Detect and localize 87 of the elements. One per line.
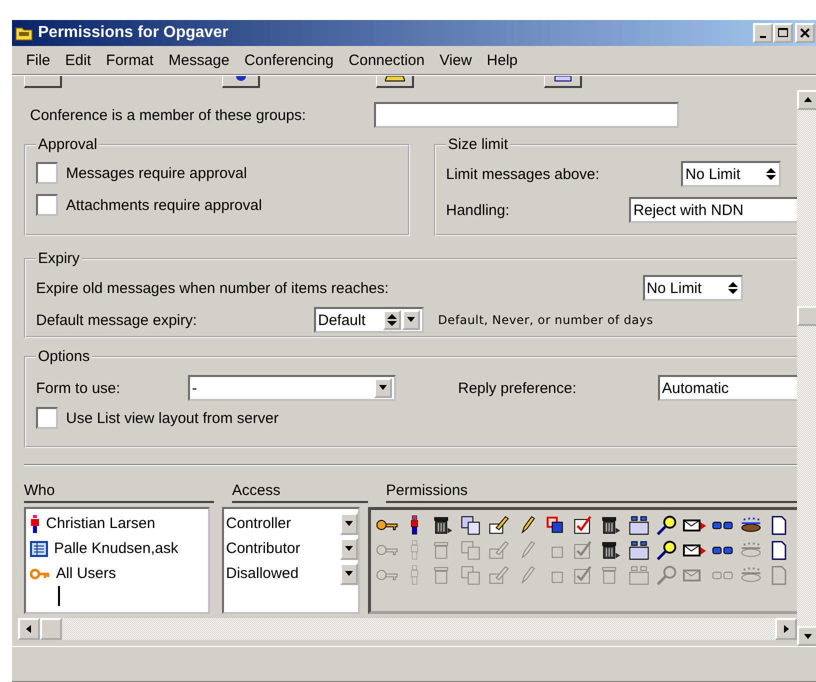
horizontal-scrollbar[interactable] (18, 618, 797, 640)
items-spin-field[interactable]: No Limit (642, 275, 743, 301)
person-icon (30, 514, 40, 532)
handling-field[interactable]: Reject with NDN (629, 197, 797, 223)
reply-field[interactable]: Automatic (658, 375, 797, 401)
scroll-thumb[interactable] (797, 306, 816, 326)
vertical-scrollbar[interactable] (797, 90, 816, 646)
tray-icon (384, 76, 404, 82)
down-arrow-icon (803, 632, 813, 640)
field-label: Reply preference: (458, 380, 578, 396)
scroll-down-button[interactable] (797, 626, 816, 646)
menu-item[interactable]: Conferencing (244, 52, 334, 68)
access-level: Contributor (226, 540, 300, 557)
dropdown-arrow-icon (344, 570, 354, 576)
user-name[interactable]: Palle Knudsen,ask (54, 540, 178, 557)
field-label: Limit messages above: (446, 166, 600, 182)
who-list[interactable]: Christian Larsen Palle Knudsen,ask All Users (24, 507, 210, 614)
spin-arrows-icon[interactable] (726, 281, 739, 295)
menu-item[interactable]: Help (486, 52, 518, 68)
limit-spin-field[interactable]: No Limit (681, 161, 782, 187)
dropdown-button[interactable] (340, 562, 358, 584)
left-arrow-icon (25, 624, 33, 634)
maximize-button[interactable] (773, 23, 793, 43)
close-icon (800, 28, 810, 38)
key-icon (30, 568, 50, 580)
toolbar-button[interactable] (222, 76, 260, 88)
scroll-up-button[interactable] (797, 90, 816, 110)
menu-item[interactable]: Message (168, 52, 230, 68)
right-arrow-icon (782, 624, 790, 634)
access-level: Controller (226, 515, 292, 532)
field-label: Default message expiry: (36, 312, 198, 328)
menu-item[interactable]: File (26, 52, 50, 68)
groups-label: Conference is a member of these groups: (30, 106, 306, 124)
menu-item[interactable]: Edit (65, 52, 92, 68)
checkbox-label: Messages require approval (66, 164, 247, 182)
group-title: Size limit (447, 136, 510, 153)
minimize-icon (760, 36, 766, 38)
text-cursor (58, 586, 60, 606)
scroll-right-button[interactable] (775, 618, 797, 640)
close-button[interactable] (795, 23, 815, 43)
dropdown-button[interactable] (340, 538, 358, 560)
up-arrow-icon (803, 96, 813, 104)
field-label: Handling: (446, 202, 510, 218)
toolbar-button[interactable] (544, 76, 582, 88)
field-label: Expire old messages when number of items reaches: (36, 280, 389, 296)
hint-text: Default, Never, or number of days (438, 313, 654, 327)
folder-icon (15, 25, 33, 41)
dropdown-button[interactable] (340, 512, 358, 534)
menu-item[interactable]: View (440, 52, 472, 68)
column-header: Access (232, 482, 282, 499)
checkbox[interactable] (36, 407, 58, 429)
group-title: Options (37, 348, 91, 365)
scroll-left-button[interactable] (18, 618, 40, 640)
checkbox-label: Use List view layout from server (66, 410, 279, 426)
groups-field[interactable] (374, 102, 679, 128)
scroll-thumb[interactable] (40, 618, 62, 640)
dropdown-arrow-icon (378, 385, 388, 391)
checkbox[interactable] (36, 162, 58, 184)
maximize-icon (778, 28, 788, 38)
dropdown-button[interactable] (402, 310, 420, 330)
spin-button[interactable] (383, 310, 401, 330)
dropdown-arrow-icon (406, 317, 416, 323)
window-title: Permissions for Opgaver (38, 24, 230, 42)
checkbox[interactable] (36, 194, 58, 216)
dropdown-button[interactable] (374, 378, 392, 398)
user-name[interactable]: Christian Larsen (46, 515, 156, 532)
menu-item[interactable]: Format (106, 52, 154, 68)
group-title: Approval (37, 136, 98, 153)
group-title: Expiry (37, 250, 81, 267)
column-header: Who (24, 482, 56, 499)
menu-item[interactable]: Connection (348, 52, 425, 68)
minimize-button[interactable] (753, 23, 773, 43)
toolbar-button[interactable] (24, 76, 62, 88)
form-dropdown[interactable]: - (188, 375, 396, 401)
expiry-combo[interactable]: Default (314, 307, 424, 333)
list-icon (30, 540, 48, 556)
dropdown-arrow-icon (344, 546, 354, 552)
window-icon (554, 76, 572, 82)
user-name[interactable]: All Users (56, 565, 116, 582)
dropdown-arrow-icon (344, 520, 354, 526)
column-header: Permissions (386, 482, 469, 499)
field-label: Form to use: (36, 380, 122, 396)
checkbox-label: Attachments require approval (66, 196, 262, 214)
access-level: Disallowed (226, 565, 299, 582)
spin-arrows-icon (386, 313, 398, 327)
spin-arrows-icon[interactable] (765, 167, 778, 181)
toolbar-button[interactable] (376, 76, 414, 88)
